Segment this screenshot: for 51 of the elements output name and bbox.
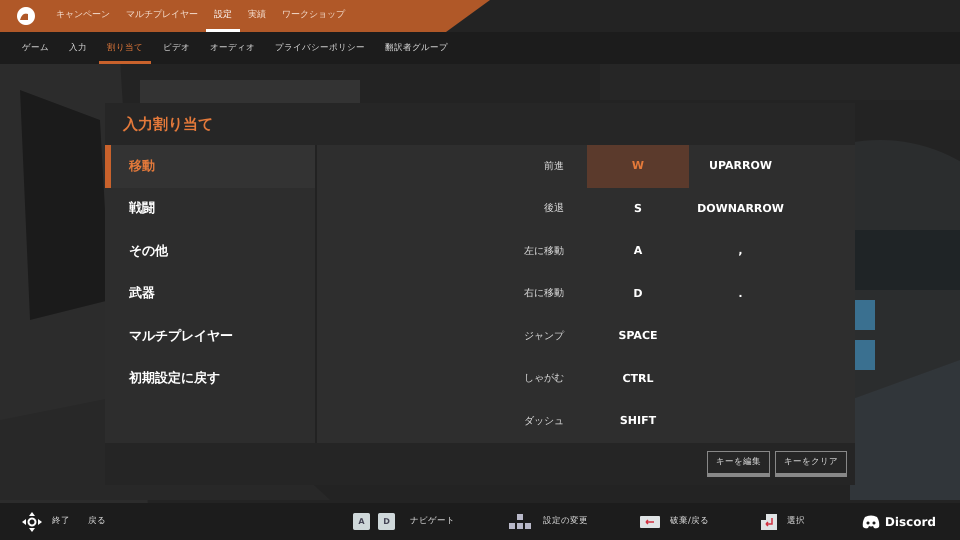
key-binding[interactable]: S xyxy=(587,188,689,230)
logo-icon xyxy=(16,6,36,26)
category-item[interactable]: 移動 xyxy=(105,145,315,188)
nav-tab[interactable]: キャンペーン xyxy=(48,0,118,32)
discord-icon xyxy=(862,514,880,528)
key-binding[interactable]: . xyxy=(689,272,792,315)
key-cap: D xyxy=(378,513,396,530)
category-item[interactable]: 初期設定に戻す xyxy=(105,358,315,400)
action-label: ダッシュ xyxy=(523,414,565,429)
key-binding[interactable]: SPACE xyxy=(587,315,689,358)
nav-tab[interactable]: 実績 xyxy=(240,0,274,32)
panel-button[interactable]: キーを編集 xyxy=(707,451,770,477)
key-binding[interactable]: UPARROW xyxy=(689,145,792,188)
key-binding[interactable]: D xyxy=(587,272,689,315)
hint-label: 戻る xyxy=(88,515,106,528)
nav-tab[interactable]: マルチプレイヤー xyxy=(118,0,206,32)
key-binding[interactable]: A xyxy=(587,230,689,272)
action-label: 前進 xyxy=(543,160,565,174)
action-label: ジャンプ xyxy=(523,330,566,344)
panel-button[interactable]: キーをクリア xyxy=(775,451,847,477)
settings-tab[interactable]: プライバシーポリシー xyxy=(267,32,373,64)
hint-label: 終了 xyxy=(52,515,70,528)
arrow-keys-icon xyxy=(507,512,534,530)
hint-label: ナビゲート xyxy=(410,515,456,528)
key-binding[interactable]: CTRL xyxy=(587,358,689,400)
discord-button[interactable]: Discord xyxy=(862,512,936,530)
action-label: 右に移動 xyxy=(523,287,565,302)
settings-tab[interactable]: ゲーム xyxy=(14,32,57,64)
key-binding[interactable]: , xyxy=(689,230,792,272)
hint-label: 選択 xyxy=(786,515,805,528)
key-cap: A xyxy=(353,513,370,530)
action-label: 後退 xyxy=(543,202,565,216)
dpad-icon xyxy=(22,512,42,532)
hint-label: 破棄/戻る xyxy=(670,515,709,528)
hint-label: 設定の変更 xyxy=(543,515,588,528)
enter-key-icon xyxy=(760,514,777,530)
category-item[interactable]: 戦闘 xyxy=(105,188,315,230)
category-item[interactable]: その他 xyxy=(105,230,315,272)
settings-tab[interactable]: オーディオ xyxy=(202,32,263,64)
nav-tab[interactable]: ワークショップ xyxy=(274,0,353,32)
key-binding[interactable]: DOWNARROW xyxy=(689,188,792,230)
action-label: しゃがむ xyxy=(523,372,565,386)
backspace-key-icon xyxy=(640,516,660,528)
key-binding[interactable]: SHIFT xyxy=(587,400,689,442)
category-item[interactable]: マルチプレイヤー xyxy=(105,315,315,358)
action-label: 左に移動 xyxy=(523,244,565,259)
settings-tab[interactable]: 割り当て xyxy=(99,32,151,64)
category-item[interactable]: 武器 xyxy=(105,272,315,315)
settings-tab[interactable]: 入力 xyxy=(61,32,95,64)
settings-tab[interactable]: 翻訳者グループ xyxy=(377,32,456,64)
settings-tab[interactable]: ビデオ xyxy=(155,32,198,64)
